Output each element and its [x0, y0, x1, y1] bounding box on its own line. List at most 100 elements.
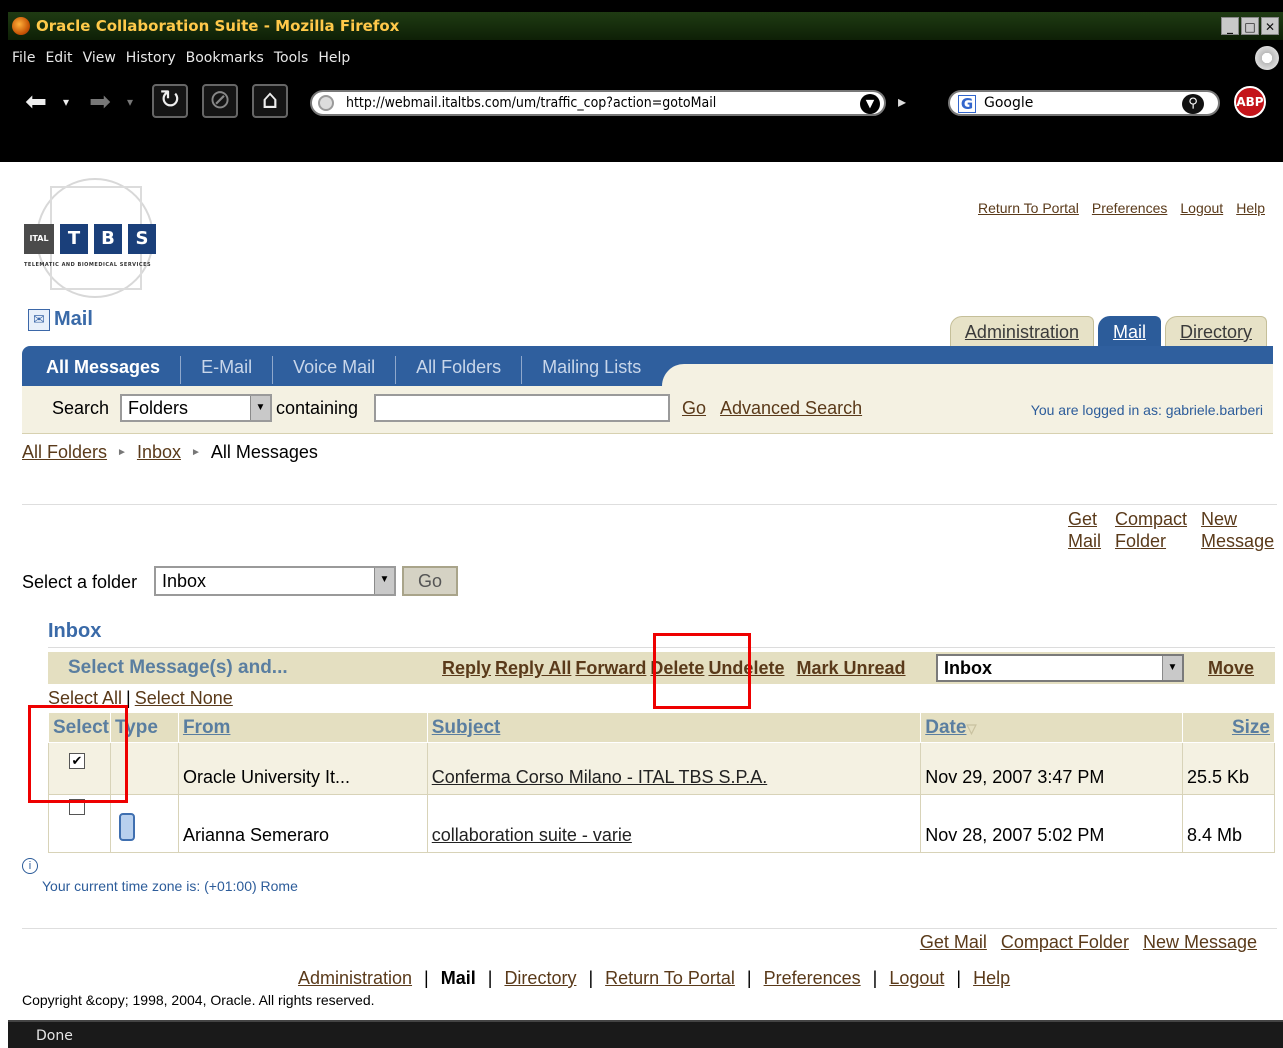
tab-administration[interactable]: Administration: [949, 316, 1094, 346]
reply-link[interactable]: Reply: [442, 658, 491, 679]
new-message-line1[interactable]: New: [1201, 508, 1274, 530]
logout-link[interactable]: Logout: [1180, 200, 1223, 216]
compact-folder-link[interactable]: Compact Folder: [1115, 508, 1187, 552]
get-mail-line1[interactable]: Get: [1068, 508, 1101, 530]
sort-size-link[interactable]: Size: [1232, 717, 1270, 738]
folder-go-button[interactable]: Go: [402, 566, 458, 596]
search-icon[interactable]: ⚲: [1182, 94, 1204, 114]
minimize-button[interactable]: _: [1221, 17, 1239, 35]
footer-administration-link[interactable]: Administration: [298, 968, 412, 989]
home-button[interactable]: ⌂: [252, 84, 288, 118]
reply-all-link[interactable]: Reply All: [495, 658, 571, 679]
footer-logout-link[interactable]: Logout: [889, 968, 944, 989]
search-bar[interactable]: G Google ⚲: [948, 90, 1220, 116]
get-mail-link[interactable]: Get Mail: [1068, 508, 1101, 552]
url-go-icon[interactable]: ▼: [860, 94, 880, 114]
column-header-from[interactable]: From: [177, 712, 428, 743]
tab-mail[interactable]: Mail: [1097, 316, 1161, 346]
tab-label: Mail: [1112, 322, 1146, 342]
tab-directory[interactable]: Directory: [1164, 316, 1267, 346]
compact-folder-link-bottom[interactable]: Compact Folder: [1001, 932, 1129, 953]
forward-link[interactable]: Forward: [575, 658, 646, 679]
preferences-link[interactable]: Preferences: [1092, 200, 1167, 216]
column-header-size[interactable]: Size: [1182, 712, 1275, 743]
row-subject-link[interactable]: Conferma Corso Milano - ITAL TBS S.P.A.: [432, 767, 767, 787]
table-row[interactable]: Arianna Semeraro collaboration suite - v…: [48, 794, 1275, 853]
menu-help[interactable]: Help: [318, 48, 350, 72]
subtab-all-folders[interactable]: All Folders: [395, 356, 521, 384]
window-title: Oracle Collaboration Suite - Mozilla Fir…: [36, 17, 400, 35]
logo-block: T: [60, 224, 88, 254]
compact-folder-line1[interactable]: Compact: [1115, 508, 1187, 530]
subtab-voice-mail[interactable]: Voice Mail: [272, 356, 395, 384]
footer-return-to-portal-link[interactable]: Return To Portal: [605, 968, 735, 989]
app-header: ✉ Mail: [28, 308, 93, 331]
footer-links: Administration | Mail | Directory | Return …: [298, 968, 1010, 989]
search-go-link[interactable]: Go: [682, 398, 706, 419]
footer-help-link[interactable]: Help: [973, 968, 1010, 989]
compact-folder-line2[interactable]: Folder: [1115, 530, 1187, 552]
url-text[interactable]: http://webmail.italtbs.com/um/traffic_co…: [346, 95, 716, 111]
advanced-search-link[interactable]: Advanced Search: [720, 398, 862, 419]
chevron-down-icon[interactable]: ▼: [250, 396, 270, 420]
menu-view[interactable]: View: [83, 48, 116, 72]
footer-directory-link[interactable]: Directory: [504, 968, 576, 989]
navigation-toolbar: ⬅ ▾ ➡ ▾ ↻ ⊘ ⌂ http://webmail.italtbs.com…: [8, 84, 1283, 120]
stop-button[interactable]: ⊘: [202, 84, 238, 118]
footer-preferences-link[interactable]: Preferences: [764, 968, 861, 989]
help-link[interactable]: Help: [1236, 200, 1265, 216]
return-to-portal-link[interactable]: Return To Portal: [978, 200, 1079, 216]
adblock-plus-icon[interactable]: ABP: [1234, 86, 1266, 118]
move-target-select[interactable]: Inbox ▼: [936, 654, 1184, 682]
search-scope-select[interactable]: Folders ▼: [120, 394, 272, 422]
search-engine-name[interactable]: Google: [984, 95, 1033, 111]
forward-dropdown-icon[interactable]: ▾: [124, 84, 136, 120]
row-from: Oracle University It...: [177, 742, 428, 795]
sort-from-link[interactable]: From: [183, 717, 231, 738]
sort-subject-link[interactable]: Subject: [432, 717, 501, 738]
forward-button[interactable]: ➡: [80, 84, 120, 120]
new-message-line2[interactable]: Message: [1201, 530, 1274, 552]
table-row[interactable]: ✔ Oracle University It... Conferma Corso…: [48, 742, 1275, 795]
menu-bookmarks[interactable]: Bookmarks: [186, 48, 264, 72]
footer-separator: |: [424, 968, 429, 988]
breadcrumb-all-folders[interactable]: All Folders: [22, 442, 107, 463]
new-message-link[interactable]: New Message: [1201, 508, 1274, 552]
maximize-button[interactable]: □: [1241, 17, 1259, 35]
url-bar[interactable]: http://webmail.italtbs.com/um/traffic_co…: [310, 90, 886, 116]
chevron-down-icon[interactable]: ▼: [1162, 656, 1182, 680]
site-identity-icon[interactable]: [318, 95, 334, 111]
folder-select-value: Inbox: [162, 571, 207, 591]
close-window-button[interactable]: ✕: [1261, 17, 1279, 35]
breadcrumb-inbox[interactable]: Inbox: [137, 442, 181, 463]
subtab-all-messages[interactable]: All Messages: [46, 356, 180, 384]
menu-edit[interactable]: Edit: [45, 48, 72, 72]
get-mail-link-bottom[interactable]: Get Mail: [920, 932, 987, 953]
menu-history[interactable]: History: [126, 48, 176, 72]
menu-tools[interactable]: Tools: [274, 48, 309, 72]
move-link[interactable]: Move: [1208, 658, 1254, 679]
menu-file[interactable]: File: [12, 48, 35, 72]
sort-date-link[interactable]: Date: [925, 717, 966, 738]
reload-button[interactable]: ↻: [152, 84, 188, 118]
row-date: Nov 28, 2007 5:02 PM: [920, 794, 1184, 853]
subtab-mailing-lists[interactable]: Mailing Lists: [521, 356, 661, 384]
logo-tagline: TELEMATIC AND BIOMEDICAL SERVICES: [24, 262, 152, 268]
search-input[interactable]: [374, 394, 670, 422]
subtab-email[interactable]: E-Mail: [180, 356, 272, 384]
google-engine-icon[interactable]: G: [958, 95, 976, 113]
column-header-date[interactable]: Date▽: [920, 712, 1184, 743]
logged-in-text: You are logged in as: gabriele.barberi: [1030, 402, 1263, 418]
get-mail-line2[interactable]: Mail: [1068, 530, 1101, 552]
ital-tbs-logo: ITAL T B S TELEMATIC AND BIOMEDICAL SERV…: [22, 178, 172, 302]
new-message-link-bottom[interactable]: New Message: [1143, 932, 1257, 953]
chevron-down-icon[interactable]: ▼: [374, 568, 394, 594]
folder-select[interactable]: Inbox ▼: [154, 566, 396, 596]
select-none-link[interactable]: Select None: [135, 688, 233, 709]
back-dropdown-icon[interactable]: ▾: [60, 84, 72, 120]
mark-unread-link[interactable]: Mark Unread: [796, 658, 905, 679]
row-subject-link[interactable]: collaboration suite - varie: [432, 825, 632, 845]
back-button[interactable]: ⬅: [16, 84, 56, 120]
column-header-subject[interactable]: Subject: [426, 712, 922, 743]
feed-icon[interactable]: ▸: [898, 92, 918, 114]
